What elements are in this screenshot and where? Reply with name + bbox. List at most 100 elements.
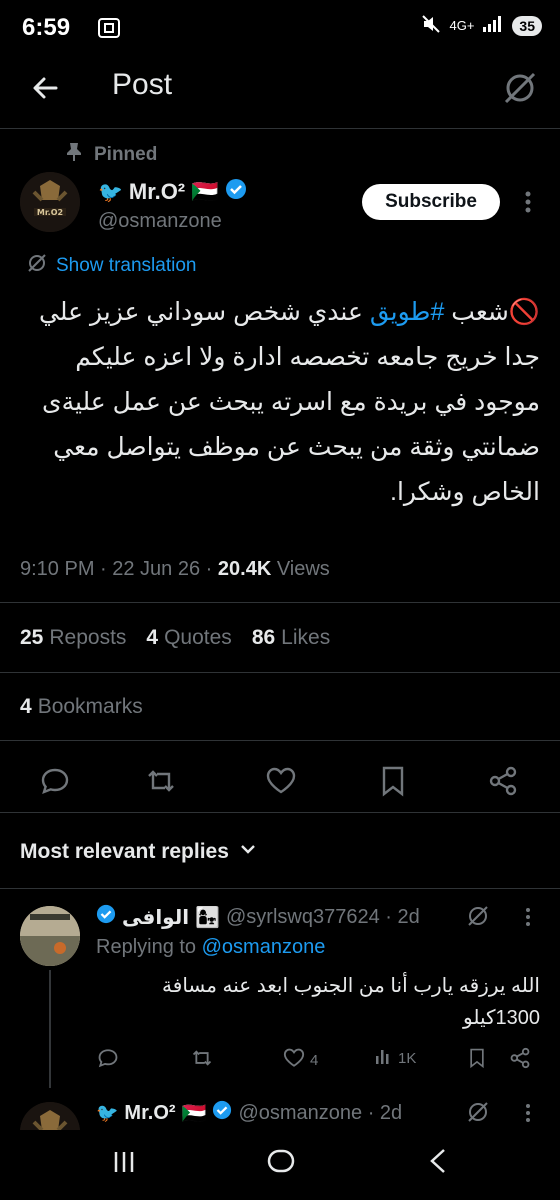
grok-icon[interactable] — [502, 70, 538, 106]
grok-icon[interactable] — [466, 904, 490, 933]
translate-icon — [26, 252, 48, 280]
reply-author-name[interactable]: Mr.O² — [124, 1102, 175, 1125]
svg-text:Mr.O2: Mr.O2 — [37, 208, 63, 217]
nav-home-icon[interactable] — [266, 1146, 296, 1181]
network-type: 4G+ — [449, 18, 475, 33]
replying-handle[interactable]: @osmanzone — [202, 936, 326, 958]
reply-author-name[interactable]: الوافى — [122, 905, 189, 930]
screenshot-icon — [98, 18, 120, 43]
divider — [0, 812, 560, 813]
tweet-timestamp: 9:10 PM · 22 Jun 26 · — [20, 558, 218, 580]
top-bar: Post — [0, 56, 560, 129]
likes-count: 86 — [251, 626, 276, 649]
quotes-count: 4 — [146, 626, 159, 649]
bookmark-button[interactable] — [466, 1046, 488, 1074]
reply-views-count: 1K — [398, 1049, 417, 1067]
show-translation-label[interactable]: Show translation — [56, 255, 196, 277]
views-label: Views — [271, 558, 330, 580]
like-icon[interactable] — [264, 764, 298, 798]
views-button[interactable]: 1K — [374, 1046, 416, 1070]
verified-badge-icon — [225, 178, 247, 206]
likes-stat[interactable]: 86 Likes — [252, 626, 330, 650]
tweet-text-body: عندي شخص سوداني عزيز علي جدا خريج جامعه … — [39, 298, 540, 506]
author-avatar[interactable]: Mr.O2 — [20, 172, 80, 232]
views-count: 20.4K — [217, 558, 272, 580]
author-name[interactable]: Mr.O² — [129, 179, 185, 205]
chevron-down-icon — [239, 840, 257, 864]
grok-icon[interactable] — [466, 1100, 490, 1129]
thread-line — [49, 970, 51, 1088]
more-icon[interactable] — [522, 1102, 534, 1129]
tweet-actions — [0, 756, 560, 804]
hashtag-link[interactable]: #طويق — [370, 298, 445, 326]
pinned-indicator: Pinned — [66, 142, 157, 168]
signal-icon — [482, 15, 504, 36]
reply-avatar[interactable] — [20, 906, 80, 966]
bookmarks-stat[interactable]: 4 Bookmarks — [20, 695, 143, 719]
reply-header: الوافى 👩‍👧 @syrlswq377624 · 2d — [96, 904, 420, 930]
divider — [0, 888, 560, 889]
nav-recents-icon[interactable] — [110, 1148, 138, 1181]
mute-icon — [421, 14, 441, 37]
reply-button[interactable] — [96, 1046, 120, 1074]
reply-icon — [96, 1046, 120, 1074]
back-arrow-icon[interactable] — [28, 70, 64, 106]
reply-text: الله يرزقه يارب أنا من الجنوب ابعد عنه م… — [162, 975, 540, 1029]
reposts-count: 25 — [20, 626, 44, 649]
reply-author-emoji: 👩‍👧 — [195, 906, 220, 929]
system-nav-bar — [0, 1130, 560, 1200]
flag-emoji: 🇸🇩 — [181, 1102, 207, 1125]
author-handle[interactable]: @osmanzone — [98, 210, 222, 233]
pin-icon — [66, 142, 82, 168]
repost-icon — [190, 1046, 214, 1074]
pinned-label: Pinned — [94, 144, 158, 165]
reply-author-handle[interactable]: @syrlswq377624 · 2d — [226, 906, 420, 929]
likes-label: Likes — [281, 626, 331, 649]
reply-likes-count: 4 — [310, 1051, 319, 1069]
verified-badge-icon — [96, 904, 116, 930]
like-button[interactable]: 4 — [282, 1046, 318, 1074]
divider — [0, 740, 560, 741]
subscribe-button[interactable]: Subscribe — [362, 184, 500, 220]
more-icon[interactable] — [520, 188, 536, 216]
reposts-label: Reposts — [49, 626, 127, 649]
author-name-row[interactable]: 🐦 Mr.O² 🇸🇩 — [98, 178, 247, 206]
bird-icon: 🐦 — [96, 1102, 119, 1123]
engagement-stats: 25 Reposts 4 Quotes 86 Likes — [20, 626, 330, 650]
bookmarks-label: Bookmarks — [37, 695, 143, 718]
repost-button[interactable] — [190, 1046, 214, 1074]
reply-header: 🐦 Mr.O² 🇸🇩 @osmanzone · 2d — [96, 1100, 402, 1126]
tweet-text: 🚫شعب #طويق عندي شخص سوداني عزيز علي جدا … — [10, 290, 540, 515]
reply-author-handle[interactable]: @osmanzone · 2d — [238, 1102, 402, 1125]
reply-actions: 4 1K — [96, 1044, 536, 1076]
tweet-meta: 9:10 PM · 22 Jun 26 · 20.4K Views — [20, 558, 330, 581]
bookmark-icon — [466, 1046, 488, 1074]
more-icon[interactable] — [522, 906, 534, 933]
views-icon — [374, 1046, 394, 1070]
divider — [0, 602, 560, 603]
quotes-label: Quotes — [164, 626, 232, 649]
reply-icon[interactable] — [38, 764, 72, 798]
nav-back-icon[interactable] — [424, 1146, 452, 1181]
share-icon[interactable] — [486, 764, 520, 798]
show-translation-link[interactable]: Show translation — [26, 252, 196, 280]
replying-to: Replying to @osmanzone — [96, 936, 325, 959]
tweet-text-start: 🚫شعب — [444, 298, 540, 326]
flag-emoji: 🇸🇩 — [191, 179, 219, 204]
bird-icon: 🐦 — [98, 181, 123, 204]
bookmark-icon[interactable] — [376, 764, 410, 798]
like-icon — [282, 1046, 306, 1074]
quotes-stat[interactable]: 4 Quotes — [146, 626, 231, 650]
page-title: Post — [112, 68, 173, 101]
reposts-stat[interactable]: 25 Reposts — [20, 626, 126, 650]
battery-indicator: 35 — [512, 15, 542, 36]
verified-badge-icon — [212, 1100, 232, 1126]
replies-sort-dropdown[interactable]: Most relevant replies — [20, 840, 257, 864]
replying-prefix: Replying to — [96, 936, 202, 958]
bookmarks-count: 4 — [20, 695, 32, 718]
share-button[interactable] — [508, 1046, 532, 1074]
repost-icon[interactable] — [144, 764, 178, 798]
status-time: 6:59 — [22, 14, 71, 41]
replies-sort-label[interactable]: Most relevant replies — [20, 840, 229, 864]
status-indicators: 4G+ 35 — [421, 14, 542, 37]
